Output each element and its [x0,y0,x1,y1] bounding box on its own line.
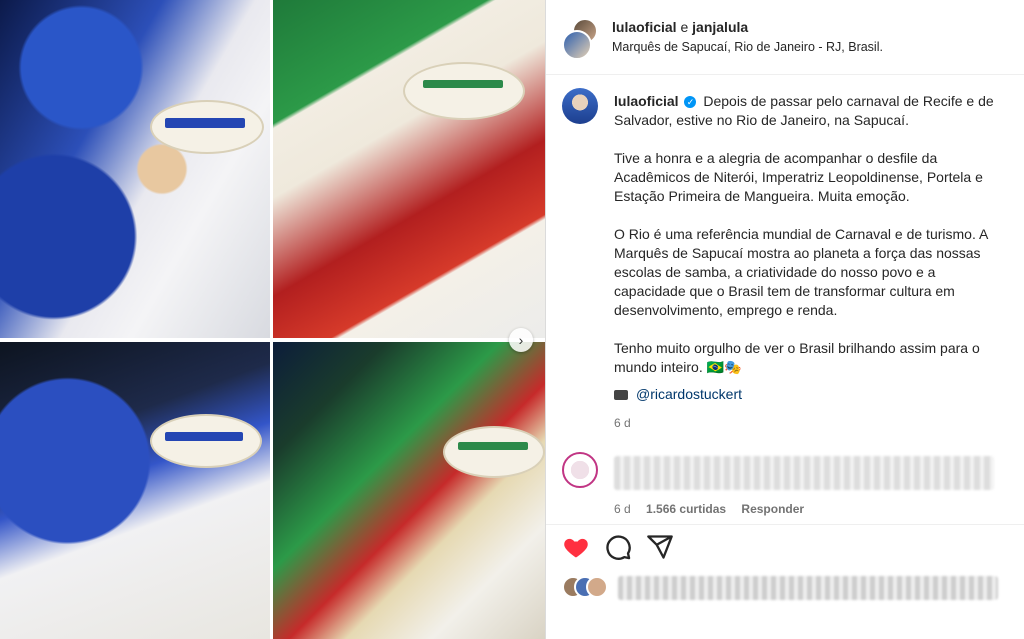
post-header: lulaoficial e janjalula Marquês de Sapuc… [546,0,1024,75]
avatar [562,30,592,60]
header-connector: e [680,19,689,35]
carousel-next-icon[interactable]: › [509,328,533,352]
avatar[interactable] [562,452,598,488]
photo-bottom-left [0,342,270,639]
liked-by-row [546,568,1024,608]
photo-top-right [273,0,545,338]
liker-avatars[interactable] [562,576,610,598]
photo-credit: @ricardostuckert [614,386,742,402]
comment-meta: 6 d 1.566 curtidas Responder [614,502,816,516]
header-user-secondary[interactable]: janjalula [692,19,748,35]
collab-avatars[interactable] [562,18,602,60]
share-icon[interactable] [646,533,674,561]
caption-section: lulaoficial ✓ Depois de passar pelo carn… [546,74,1024,444]
caption-username[interactable]: lulaoficial [614,93,679,109]
post-media-carousel[interactable]: › [0,0,545,639]
comment-item: 6 d 1.566 curtidas Responder [546,444,1024,524]
caption-paragraph: Tenho muito orgulho de ver o Brasil bril… [614,340,980,375]
comment-likes[interactable]: 1.566 curtidas [646,502,726,516]
verified-badge-icon: ✓ [684,96,697,108]
header-user-primary[interactable]: lulaoficial [612,19,677,35]
mention-link[interactable]: @ricardostuckert [636,386,742,402]
comment-icon[interactable] [604,533,632,561]
camera-icon [614,390,628,400]
caption-paragraph: O Rio é uma referência mundial de Carnav… [614,226,988,318]
caption-timestamp: 6 d [614,416,631,430]
header-usernames: lulaoficial e janjalula [612,19,748,35]
action-bar [546,524,1024,569]
post-details-panel: lulaoficial e janjalula Marquês de Sapuc… [545,0,1024,639]
avatar[interactable] [562,88,598,124]
redacted-liked-by-text [618,576,998,600]
comment-timestamp: 6 d [614,502,631,516]
photo-top-left [0,0,270,338]
redacted-comment-text [614,456,994,490]
photo-bottom-right [273,342,545,639]
caption-text: lulaoficial ✓ Depois de passar pelo carn… [614,92,1010,396]
caption-paragraph: Tive a honra e a alegria de acompanhar o… [614,150,983,204]
heart-icon[interactable] [562,533,590,561]
reply-button[interactable]: Responder [741,502,804,516]
location-link[interactable]: Marquês de Sapucaí, Rio de Janeiro - RJ,… [612,40,883,54]
